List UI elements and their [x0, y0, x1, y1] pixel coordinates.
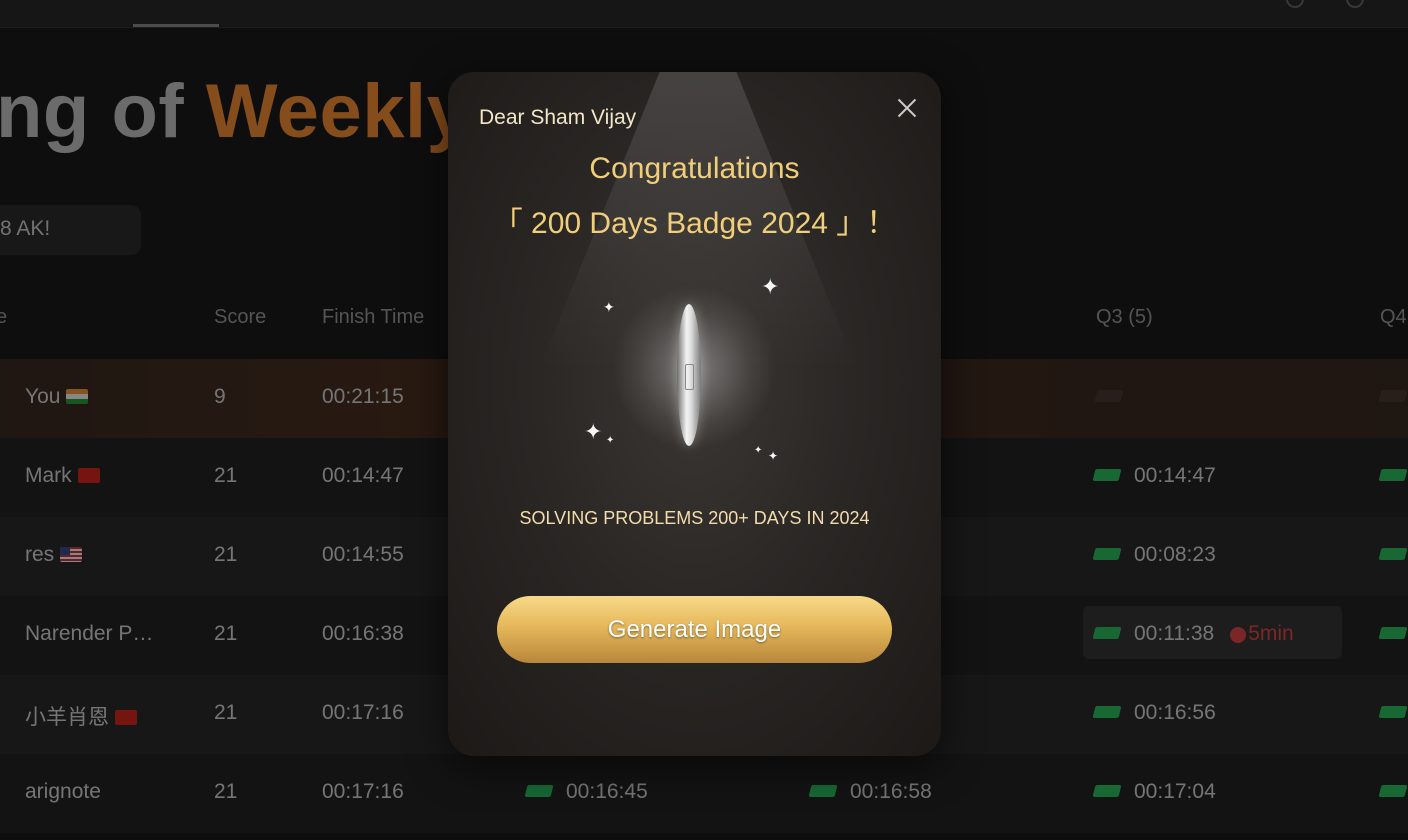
- sparkle-icon: ✦: [584, 419, 603, 444]
- close-icon[interactable]: [893, 94, 921, 122]
- sparkle-icon: ✦: [606, 435, 615, 446]
- badge-name: 「 200 Days Badge 2024 」！: [492, 207, 897, 240]
- generate-image-button[interactable]: Generate Image: [497, 596, 892, 663]
- badge-medal-icon: [677, 304, 701, 446]
- greeting-text: Dear Sham Vijay: [479, 106, 637, 129]
- badge-inscription: [685, 364, 694, 390]
- congratulations-heading: Congratulations: [589, 152, 800, 185]
- sparkle-icon: ✦: [768, 449, 779, 463]
- sparkle-icon: ✦: [754, 445, 763, 456]
- badge-award-modal: Dear Sham Vijay Congratulations 「 200 Da…: [448, 72, 941, 756]
- sparkle-icon: ✦: [761, 274, 780, 299]
- sparkle-icon: ✦: [603, 299, 615, 315]
- badge-caption: SOLVING PROBLEMS 200+ DAYS IN 2024: [519, 508, 870, 528]
